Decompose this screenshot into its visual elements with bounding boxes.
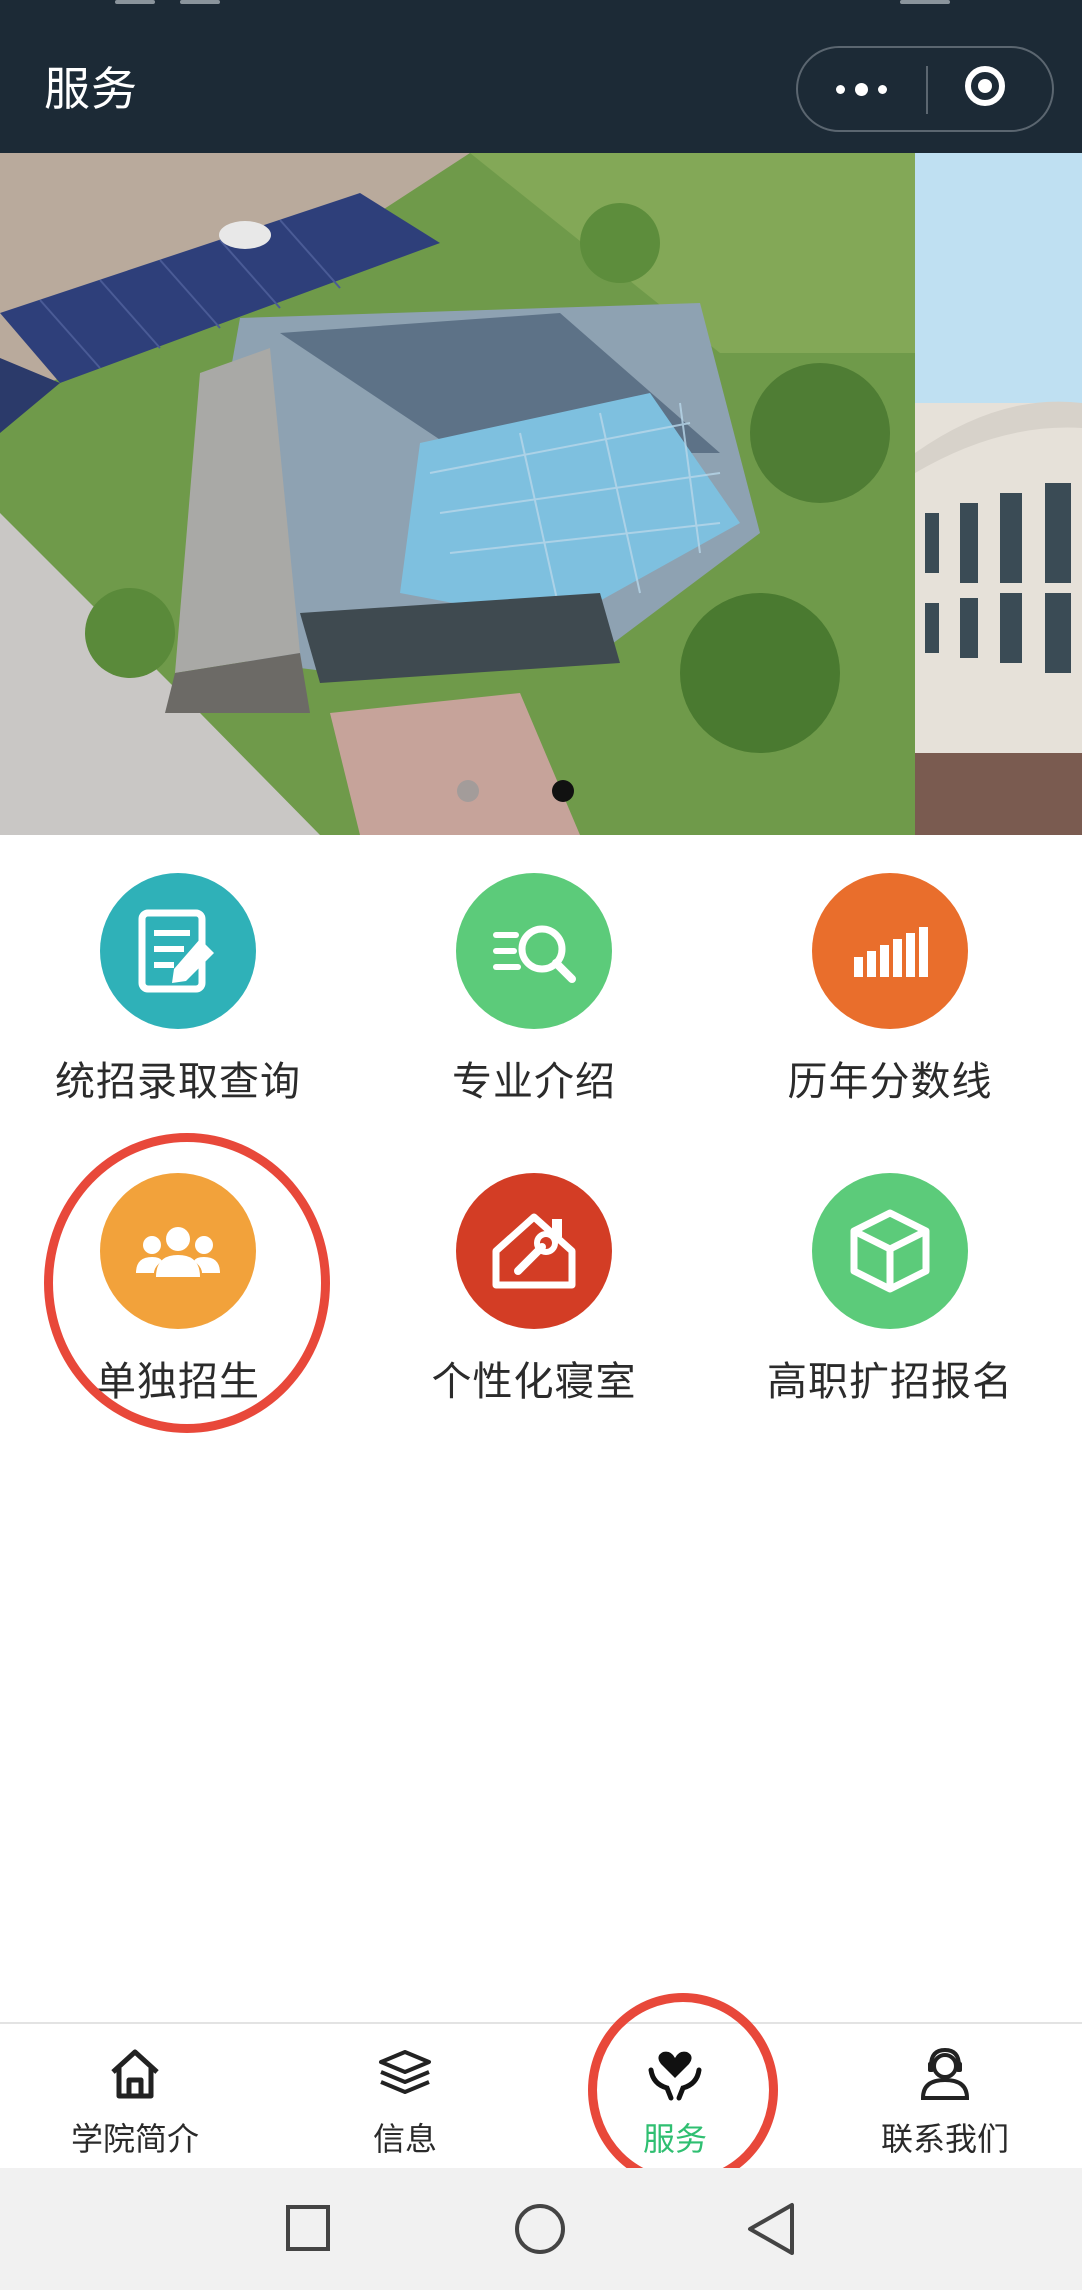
- tab-info[interactable]: 信息: [295, 2024, 515, 2170]
- app-header: 服务: [0, 0, 1082, 153]
- service-admission-query[interactable]: 统招录取查询: [0, 873, 330, 1123]
- system-navigation-bar: [0, 2168, 1082, 2290]
- service-label: 统招录取查询: [55, 1059, 301, 1105]
- tab-label: 联系我们: [880, 2120, 1009, 2158]
- mini-program-capsule: [796, 46, 1054, 132]
- home-icon: [111, 2049, 159, 2099]
- tab-college-intro[interactable]: 学院简介: [25, 2024, 245, 2170]
- close-miniprogram-button[interactable]: [928, 48, 1054, 130]
- layers-icon: [379, 2050, 431, 2094]
- more-button[interactable]: [798, 48, 924, 130]
- service-label: 高职扩招报名: [767, 1359, 1013, 1405]
- service-personalized-dorm[interactable]: 个性化寝室: [356, 1173, 686, 1423]
- tab-label: 信息: [372, 2120, 437, 2158]
- tab-label: 学院简介: [70, 2120, 199, 2158]
- bottom-tab-bar: 学院简介 信息 服务 联系我们: [0, 2022, 1082, 2170]
- service-score-lines[interactable]: 历年分数线: [712, 873, 1042, 1123]
- carousel-dot-1[interactable]: [457, 780, 479, 802]
- service-independent-enrollment[interactable]: 单独招生: [0, 1173, 330, 1423]
- service-label: 专业介绍: [452, 1059, 616, 1105]
- back-triangle-icon[interactable]: [744, 2201, 800, 2257]
- list-search-icon: [493, 925, 576, 983]
- service-label: 单独招生: [96, 1359, 260, 1405]
- status-bar: [0, 0, 1082, 12]
- service-label: 历年分数线: [787, 1059, 993, 1105]
- service-label: 个性化寝室: [431, 1359, 637, 1405]
- recent-apps-icon[interactable]: [284, 2201, 334, 2257]
- service-major-intro[interactable]: 专业介绍: [356, 873, 686, 1123]
- campus-banner-image: [0, 153, 1082, 835]
- document-edit-icon: [138, 909, 214, 993]
- heart-hands-icon: [648, 2051, 702, 2101]
- house-wrench-icon: [492, 1213, 576, 1289]
- page-title: 服务: [44, 62, 138, 116]
- carousel-indicators: [0, 778, 1082, 808]
- service-vocational-expansion-signup[interactable]: 高职扩招报名: [712, 1173, 1042, 1423]
- banner-carousel[interactable]: [0, 153, 1082, 835]
- carousel-dot-2[interactable]: [552, 780, 574, 802]
- tab-service[interactable]: 服务: [565, 2024, 785, 2170]
- cube-icon: [850, 1209, 930, 1293]
- headset-person-icon: [920, 2047, 970, 2100]
- tab-label: 服务: [642, 2120, 707, 2158]
- home-circle-icon[interactable]: [512, 2201, 568, 2257]
- group-people-icon: [136, 1227, 220, 1277]
- tab-contact-us[interactable]: 联系我们: [835, 2024, 1055, 2170]
- bar-chart-icon: [854, 927, 928, 977]
